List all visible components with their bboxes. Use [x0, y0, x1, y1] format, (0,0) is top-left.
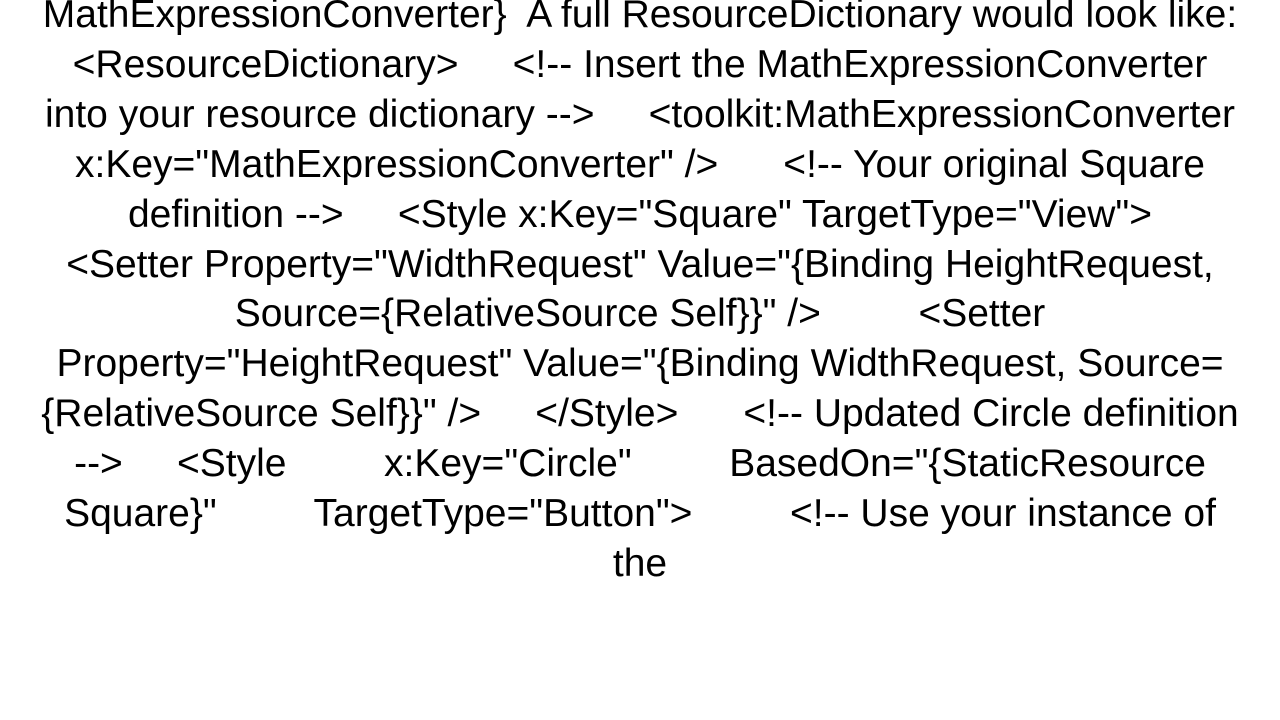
document-body-text: MathExpressionConverter} A full Resource… — [40, 0, 1240, 589]
